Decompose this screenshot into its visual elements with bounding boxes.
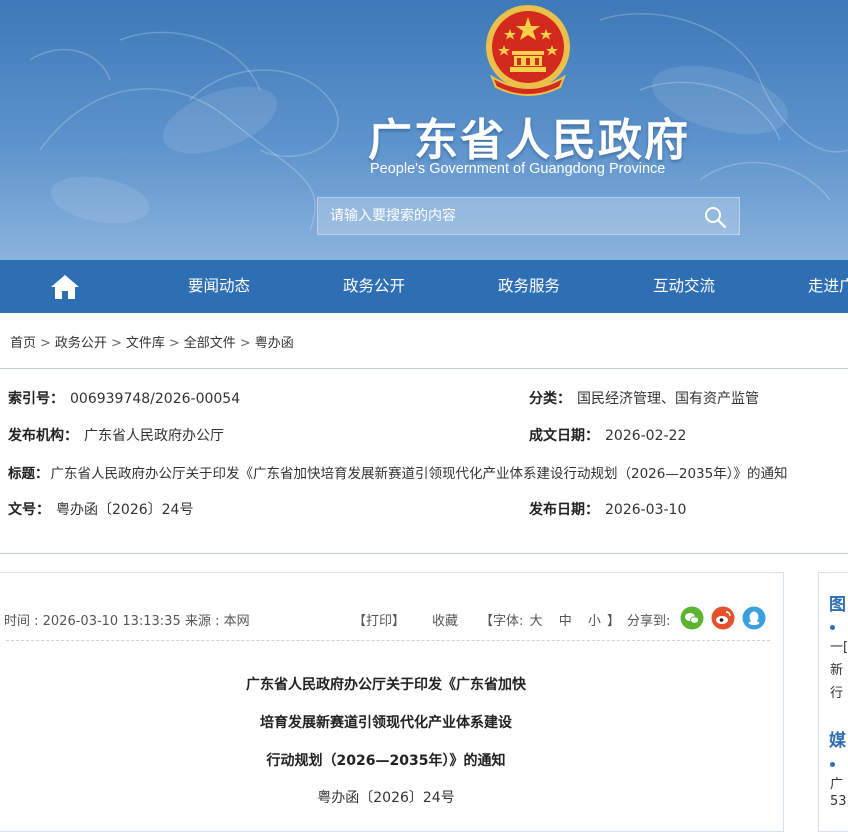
bullet-icon	[830, 762, 835, 767]
home-icon[interactable]	[50, 274, 80, 300]
side-link[interactable]: 行	[830, 682, 843, 701]
font-medium-button[interactable]: 中	[559, 614, 572, 629]
weibo-icon[interactable]	[711, 606, 735, 630]
article-time: 时间 : 2026-03-10 13:13:35	[4, 614, 181, 629]
side-section-title: 媒	[829, 731, 846, 751]
font-size-prefix: 【字体:	[480, 614, 524, 629]
bullet-icon	[830, 625, 835, 630]
site-title: 广东省人民政府	[368, 115, 690, 166]
header-banner: 广东省人民政府 People's Government of Guangdong…	[0, 0, 848, 260]
national-emblem-icon	[486, 5, 570, 96]
nav-item-gov-services[interactable]: 政务服务	[498, 260, 560, 313]
side-link[interactable]: 广	[830, 773, 843, 792]
meta-publisher-label: 发布机构：	[8, 428, 78, 444]
breadcrumb-file-library[interactable]: 文件库	[126, 336, 165, 351]
font-large-button[interactable]: 大	[530, 614, 543, 629]
breadcrumb-separator: >	[168, 336, 180, 351]
font-size-control: 【字体: 大 中 小 】	[480, 610, 620, 629]
search-icon[interactable]	[703, 205, 727, 229]
article-title-line: 培育发展新赛道引领现代化产业体系建设	[260, 715, 512, 731]
meta-written-date: 成文日期： 2026-02-22	[529, 425, 686, 445]
meta-publish-date-label: 发布日期：	[529, 502, 599, 518]
meta-index-value: 006939748/2026-00054	[70, 391, 241, 407]
search-box	[317, 197, 740, 235]
meta-category: 分类： 国民经济管理、国有资产监管	[529, 388, 759, 408]
favorite-button[interactable]: 收藏	[432, 610, 458, 629]
font-small-button[interactable]: 小	[588, 614, 601, 629]
main-nav: 要闻动态 政务公开 政务服务 互动交流 走进广	[0, 260, 848, 313]
article-title-line: 广东省人民政府办公厅关于印发《广东省加快	[246, 677, 526, 693]
meta-written-date-value: 2026-02-22	[605, 428, 687, 444]
print-button[interactable]: 【打印】	[353, 610, 405, 629]
divider	[0, 368, 848, 369]
breadcrumb-gov-affairs[interactable]: 政务公开	[55, 336, 107, 351]
meta-publish-date: 发布日期： 2026-03-10	[529, 499, 686, 519]
article-doc-number: 粤办函〔2026〕24号	[317, 790, 455, 806]
nav-item-interaction[interactable]: 互动交流	[653, 260, 715, 313]
breadcrumb: 首页 > 政务公开 > 文件库 > 全部文件 > 粤办函	[10, 332, 294, 351]
meta-doc-no: 文号： 粤办函〔2026〕24号	[8, 499, 193, 519]
side-link[interactable]: 一[	[830, 636, 848, 655]
nav-item-news[interactable]: 要闻动态	[188, 260, 250, 313]
meta-title-label: 标题：	[8, 466, 49, 482]
breadcrumb-separator: >	[40, 336, 51, 351]
side-section-title: 图	[829, 595, 846, 615]
side-link[interactable]: 新	[830, 659, 843, 678]
breadcrumb-separator: >	[110, 336, 122, 351]
article-title-line: 行动规划（2026—2035年）》的通知	[266, 753, 506, 769]
meta-publish-date-value: 2026-03-10	[605, 502, 687, 518]
divider	[6, 640, 770, 641]
meta-index: 索引号： 006939748/2026-00054	[8, 388, 240, 408]
font-size-suffix: 】	[607, 614, 621, 629]
wechat-icon[interactable]	[680, 606, 704, 630]
site-subtitle: People's Government of Guangdong Provinc…	[370, 161, 666, 177]
breadcrumb-home[interactable]: 首页	[10, 336, 36, 351]
divider	[0, 553, 848, 554]
meta-category-value: 国民经济管理、国有资产监管	[577, 391, 759, 407]
meta-written-date-label: 成文日期：	[529, 428, 599, 444]
meta-publisher-value: 广东省人民政府办公厅	[84, 428, 224, 444]
search-input[interactable]	[318, 198, 698, 234]
meta-title: 标题： 广东省人民政府办公厅关于印发《广东省加快培育发展新赛道引领现代化产业体系建…	[8, 462, 787, 482]
breadcrumb-current[interactable]: 粤办函	[255, 336, 294, 351]
breadcrumb-separator: >	[239, 336, 251, 351]
meta-index-label: 索引号：	[8, 391, 64, 407]
nav-item-gov-affairs[interactable]: 政务公开	[343, 260, 405, 313]
qq-icon[interactable]	[742, 606, 766, 630]
nav-item-about[interactable]: 走进广	[808, 260, 848, 313]
meta-doc-no-value: 粤办函〔2026〕24号	[56, 502, 194, 518]
meta-doc-no-label: 文号：	[8, 502, 50, 518]
meta-category-label: 分类：	[529, 391, 571, 407]
article-source: 来源 : 本网	[185, 614, 250, 629]
share-label: 分享到:	[627, 614, 671, 629]
meta-publisher: 发布机构： 广东省人民政府办公厅	[8, 425, 224, 445]
meta-title-value: 广东省人民政府办公厅关于印发《广东省加快培育发展新赛道引领现代化产业体系建设行动…	[50, 466, 788, 482]
breadcrumb-all-files[interactable]: 全部文件	[184, 336, 236, 351]
